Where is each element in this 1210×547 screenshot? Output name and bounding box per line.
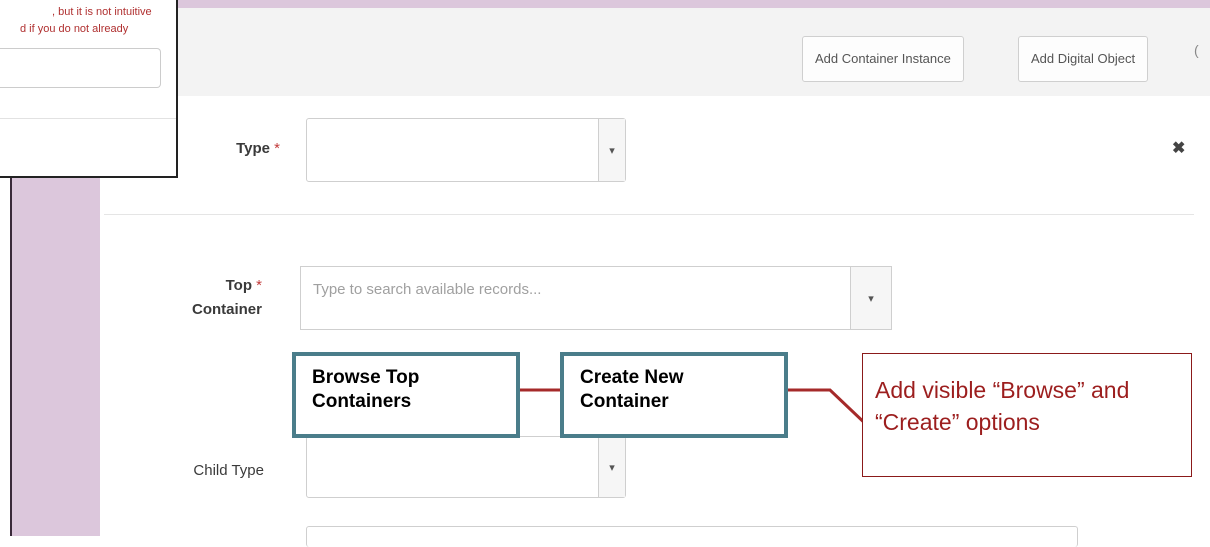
browse-top-containers-callout: Browse Top Containers bbox=[292, 352, 520, 438]
create-new-container-callout: Create New Container bbox=[560, 352, 788, 438]
annotation-note: Add visible “Browse” and “Create” option… bbox=[862, 353, 1192, 477]
